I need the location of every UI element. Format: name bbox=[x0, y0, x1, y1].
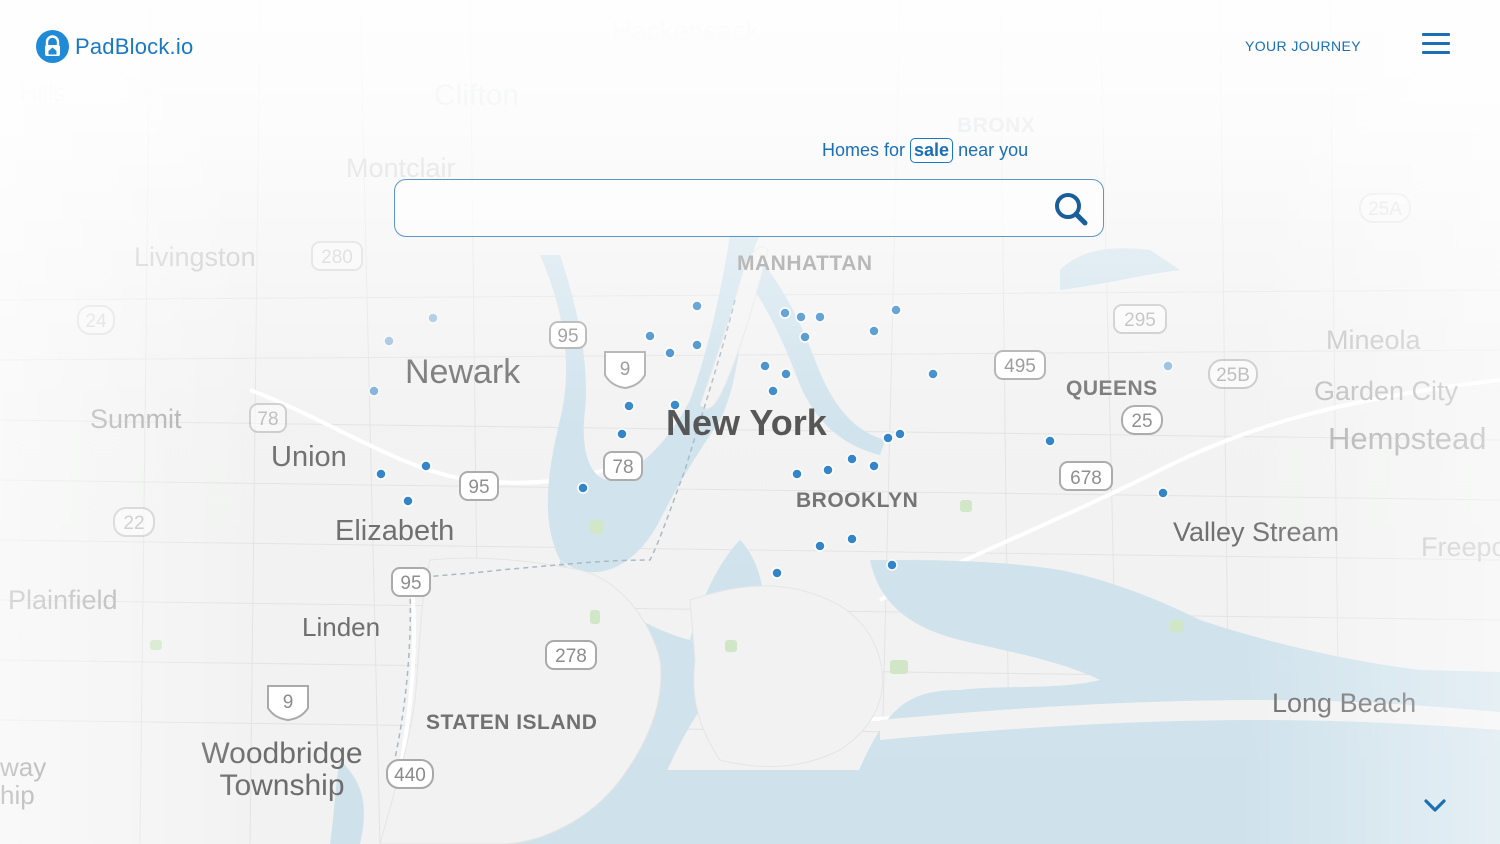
hamburger-menu-icon[interactable] bbox=[1422, 33, 1450, 57]
listing-marker[interactable] bbox=[1044, 435, 1056, 447]
location-search-box[interactable] bbox=[394, 179, 1104, 237]
listing-marker[interactable] bbox=[664, 347, 676, 359]
map-label-queens: QUEENS bbox=[1066, 377, 1158, 400]
listing-marker[interactable] bbox=[927, 368, 939, 380]
listing-marker[interactable] bbox=[771, 567, 783, 579]
shield-9-a: 9 bbox=[620, 359, 631, 380]
listing-marker[interactable] bbox=[799, 331, 811, 343]
shield-25: 25 bbox=[1131, 411, 1152, 432]
map-label-hempstead: Hempstead bbox=[1328, 421, 1487, 456]
map-label-bronx: BRONX bbox=[957, 114, 1036, 137]
listing-marker[interactable] bbox=[759, 360, 771, 372]
shield-25b: 25B bbox=[1216, 365, 1250, 386]
map-label-valley-stream: Valley Stream bbox=[1173, 517, 1340, 547]
map-label-elizabeth: Elizabeth bbox=[335, 515, 455, 547]
shield-295: 295 bbox=[1124, 310, 1156, 331]
map-label-union: Union bbox=[271, 441, 347, 473]
listing-marker[interactable] bbox=[616, 428, 628, 440]
map-label-newark: Newark bbox=[405, 353, 521, 391]
listing-marker[interactable] bbox=[691, 339, 703, 351]
listing-marker[interactable] bbox=[383, 335, 395, 347]
listing-marker[interactable] bbox=[644, 330, 656, 342]
map-label-garden-city: Garden City bbox=[1314, 376, 1459, 406]
listing-marker[interactable] bbox=[767, 385, 779, 397]
listing-marker[interactable] bbox=[894, 428, 906, 440]
listing-marker[interactable] bbox=[886, 559, 898, 571]
shield-78-a: 78 bbox=[612, 457, 633, 478]
listing-marker[interactable] bbox=[780, 368, 792, 380]
listing-marker[interactable] bbox=[868, 460, 880, 472]
brand-name: PadBlock.io bbox=[75, 33, 194, 59]
map-label-rahway: way bbox=[0, 752, 47, 782]
shield-440: 440 bbox=[394, 765, 426, 786]
listing-marker[interactable] bbox=[1157, 487, 1169, 499]
listing-marker[interactable] bbox=[846, 453, 858, 465]
map-label-manhattan: MANHATTAN bbox=[737, 252, 873, 275]
shield-9-b: 9 bbox=[283, 692, 294, 713]
top-navigation-bar: PadBlock.io YOUR JOURNEY bbox=[0, 0, 1500, 92]
listing-type-toggle[interactable]: sale bbox=[910, 138, 954, 163]
map-label-township: hip bbox=[0, 780, 35, 810]
listing-marker[interactable] bbox=[868, 325, 880, 337]
shield-278: 278 bbox=[555, 646, 587, 667]
tagline-prefix: Homes for bbox=[822, 140, 906, 160]
brand-logo[interactable]: PadBlock.io bbox=[36, 30, 193, 63]
listing-marker[interactable] bbox=[791, 468, 803, 480]
shield-95-c: 95 bbox=[400, 573, 421, 594]
map-label-woodbridge: Woodbridge Township bbox=[201, 737, 363, 802]
location-search-input[interactable] bbox=[411, 188, 1035, 230]
listing-marker[interactable] bbox=[577, 482, 589, 494]
map-label-summit: Summit bbox=[90, 404, 182, 434]
listing-marker[interactable] bbox=[402, 495, 414, 507]
nav-your-journey-link[interactable]: YOUR JOURNEY bbox=[1245, 38, 1361, 54]
listing-marker[interactable] bbox=[890, 304, 902, 316]
shield-24: 24 bbox=[85, 311, 107, 332]
tagline-suffix: near you bbox=[958, 140, 1029, 160]
padlock-house-icon bbox=[36, 30, 69, 63]
map-label-mineola: Mineola bbox=[1326, 325, 1421, 355]
shield-95-a: 95 bbox=[557, 326, 578, 347]
map-label-linden: Linden bbox=[302, 612, 381, 642]
listing-marker[interactable] bbox=[779, 307, 791, 319]
listing-marker[interactable] bbox=[368, 385, 380, 397]
listing-marker[interactable] bbox=[375, 468, 387, 480]
listing-marker[interactable] bbox=[623, 400, 635, 412]
shield-22: 22 bbox=[123, 513, 144, 534]
listing-marker[interactable] bbox=[691, 300, 703, 312]
shield-25a: 25A bbox=[1368, 199, 1402, 220]
search-icon[interactable] bbox=[1052, 190, 1090, 228]
listing-marker[interactable] bbox=[814, 540, 826, 552]
listing-marker[interactable] bbox=[822, 464, 834, 476]
map-label-new-york: New York bbox=[666, 402, 827, 443]
shield-678: 678 bbox=[1070, 468, 1102, 489]
map-label-staten-island: STATEN ISLAND bbox=[426, 711, 598, 734]
map-label-brooklyn: BROOKLYN bbox=[796, 489, 919, 512]
listing-marker[interactable] bbox=[1162, 360, 1174, 372]
map-label-freeport: Freepo bbox=[1421, 532, 1500, 562]
map-label-long-beach: Long Beach bbox=[1272, 688, 1417, 718]
listing-marker[interactable] bbox=[846, 533, 858, 545]
chevron-down-icon[interactable] bbox=[1423, 797, 1447, 815]
shield-280: 280 bbox=[321, 247, 353, 268]
search-tagline: Homes for sale near you bbox=[822, 138, 1028, 163]
shield-78-b: 78 bbox=[257, 409, 278, 430]
map-label-livingston: Livingston bbox=[134, 242, 256, 272]
listing-marker[interactable] bbox=[814, 311, 826, 323]
listing-marker[interactable] bbox=[420, 460, 432, 472]
map-label-plainfield: Plainfield bbox=[8, 585, 118, 615]
listing-marker[interactable] bbox=[882, 432, 894, 444]
shield-495: 495 bbox=[1004, 356, 1036, 377]
listing-marker[interactable] bbox=[427, 312, 439, 324]
shield-95-b: 95 bbox=[468, 477, 489, 498]
listing-marker[interactable] bbox=[795, 311, 807, 323]
